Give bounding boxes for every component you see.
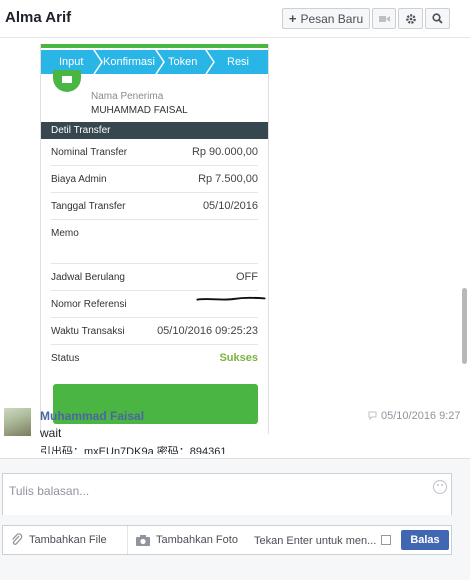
reply-box [2,473,452,515]
detail-value: Rp 90.000,00 [191,146,258,158]
add-photo-label: Tambahkan Foto [156,534,238,546]
detail-label: Biaya Admin [51,174,107,185]
detail-label: Status [51,353,80,364]
new-message-label: Pesan Baru [300,11,364,26]
timestamp-text: 05/10/2016 9:27 [381,410,461,422]
chevron-right-icon [93,50,103,74]
status-value: Sukses [219,352,258,364]
detail-header: Detil Transfer [41,122,268,139]
reply-composer: Tambahkan File Tambahkan Foto Tekan Ente… [0,458,470,580]
message-item: Muhammad Faisal 05/10/2016 9:27 wait 引出码… [0,404,470,458]
paperclip-icon [12,533,23,545]
message-text-clipped: 引出码：mxEUn7DK9a 密码：894361 [40,446,227,454]
add-file-label: Tambahkan File [29,534,107,546]
chevron-right-icon [155,50,165,74]
detail-label: Jadwal Berulang [51,272,125,283]
detail-value: 05/10/2016 [202,200,258,212]
add-file-button[interactable]: Tambahkan File [11,526,107,554]
detail-value: OFF [236,271,258,283]
detail-label: Memo [51,228,79,239]
sender-name[interactable]: Muhammad Faisal [40,409,144,423]
detail-value: Rp 7.500,00 [198,173,258,185]
plus-icon: + [288,11,297,26]
detail-row-nominal: Nominal Transfer Rp 90.000,00 [51,139,258,166]
screenshot-top-bar [41,44,268,48]
reply-input[interactable] [9,480,409,502]
detail-label: Nominal Transfer [51,147,128,158]
avatar[interactable] [4,408,31,436]
enter-to-send-checkbox[interactable] [381,535,391,545]
receiver-label: Nama Penerima [91,91,164,102]
composer-actions: Tambahkan File Tambahkan Foto Tekan Ente… [2,525,452,555]
settings-button[interactable] [398,8,423,29]
detail-row-status: Status Sukses [51,345,258,372]
reply-button[interactable]: Balas [401,530,449,550]
video-call-button[interactable] [372,8,396,29]
gear-icon [405,13,416,24]
enter-to-send-hint: Tekan Enter untuk men... [254,535,377,547]
receiver-name: MUHAMMAD FAISAL [91,105,188,116]
detail-label: Tanggal Transfer [51,201,126,212]
search-button[interactable] [425,8,450,29]
detail-value: 05/10/2016 09:25:23 [157,325,258,337]
new-message-button[interactable]: + Pesan Baru [282,8,370,29]
conversation-header: Alma Arif + Pesan Baru [0,0,470,38]
scrollbar-thumb[interactable] [462,288,467,364]
step-konfirmasi: Konfirmasi [103,56,155,68]
detail-row-reference: Nomor Referensi [51,291,266,318]
detail-label: Waktu Transaksi [51,326,125,337]
redaction-scribble [196,296,266,301]
search-icon [432,13,443,24]
reply-arrow-icon [368,411,377,421]
step-resi: Resi [227,56,250,68]
message-timestamp: 05/10/2016 9:27 [368,410,461,422]
emoji-icon[interactable] [433,480,447,494]
chevron-right-icon [205,50,215,74]
detail-row-recurring: Jadwal Berulang OFF [51,264,258,291]
add-photo-button[interactable]: Tambahkan Foto [127,526,238,554]
video-camera-icon [378,15,390,22]
detail-row-transaction-time: Waktu Transaksi 05/10/2016 09:25:23 [51,318,258,345]
detail-row-memo: Memo [51,220,258,264]
detail-row-date: Tanggal Transfer 05/10/2016 [51,193,258,220]
detail-label: Nomor Referensi [51,299,127,310]
shared-transfer-screenshot[interactable]: Input Konfirmasi Token Resi Nama Penerim… [40,44,269,434]
conversation-pane[interactable]: Input Konfirmasi Token Resi Nama Penerim… [0,38,470,458]
detail-row-admin-fee: Biaya Admin Rp 7.500,00 [51,166,258,193]
conversation-title: Alma Arif [5,9,72,26]
message-text: wait [40,426,62,440]
header-toolbar: + Pesan Baru [282,8,452,29]
step-token: Token [168,56,198,68]
receiver-icon [53,70,81,92]
camera-icon [136,534,150,546]
